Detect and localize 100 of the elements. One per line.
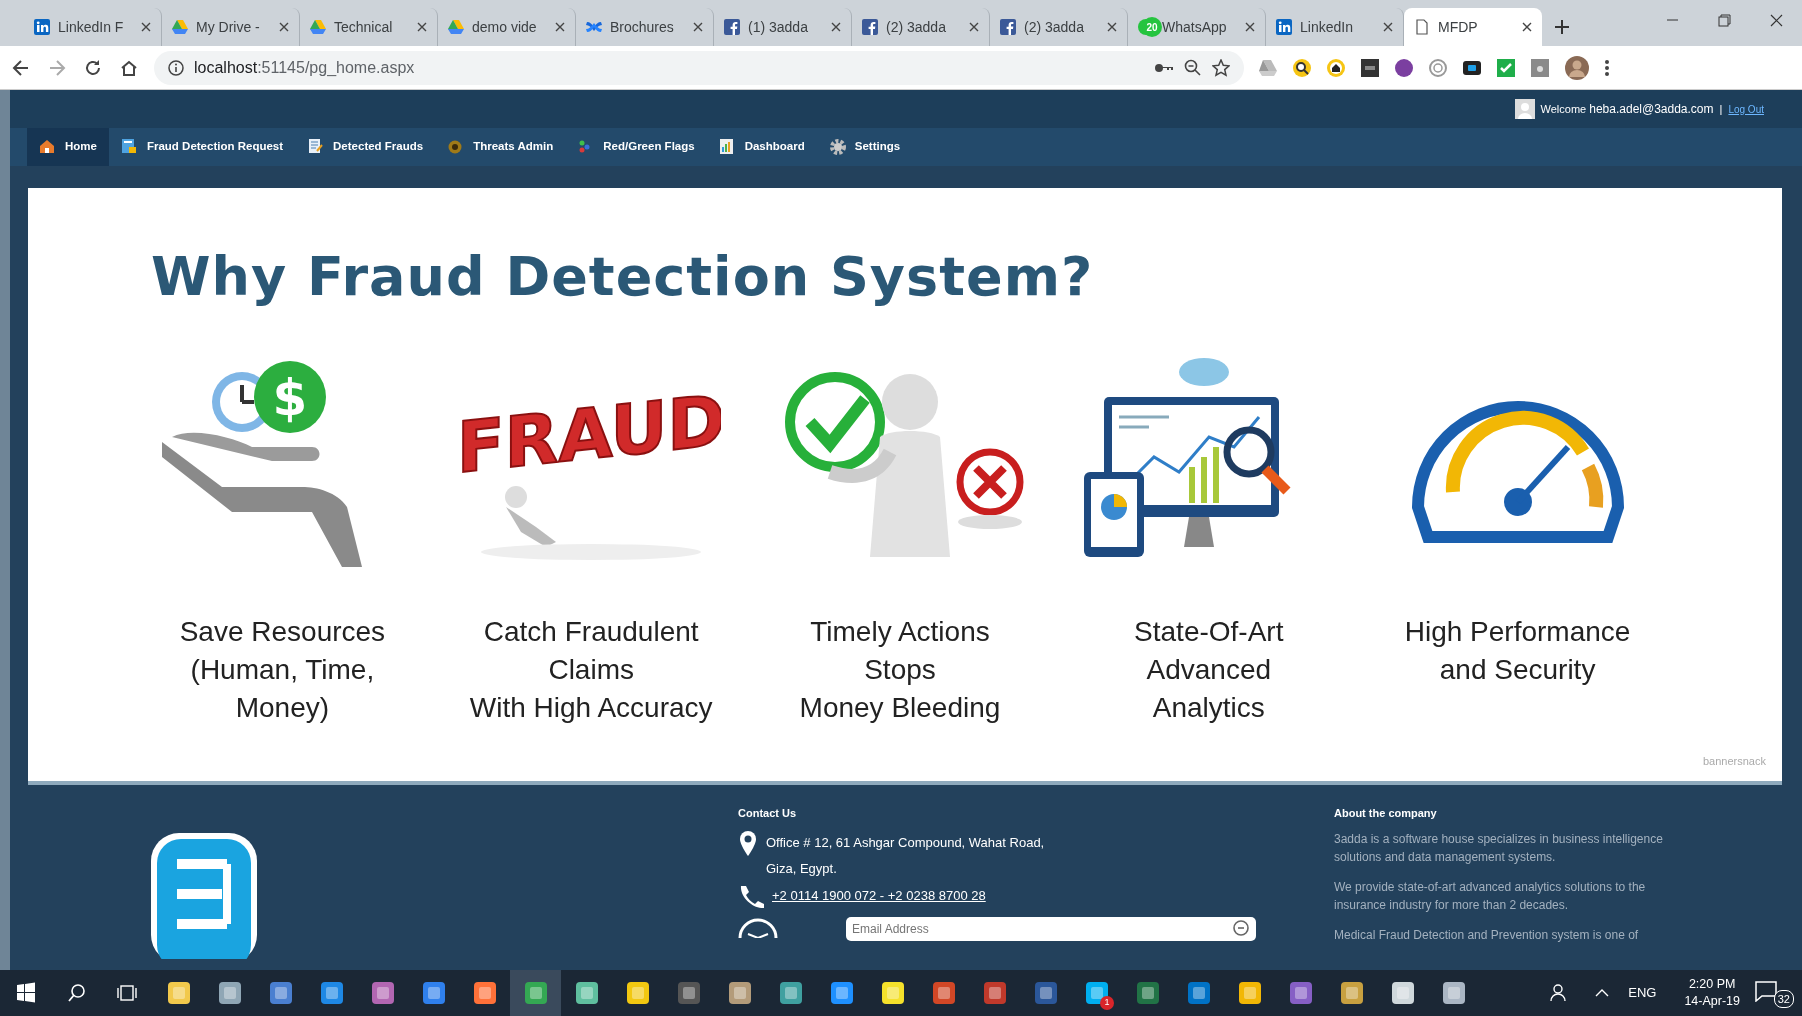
banner-title: Why Fraud Detection System?: [151, 244, 1095, 310]
house-icon: [39, 138, 57, 156]
logout-link[interactable]: Log Out: [1728, 101, 1764, 117]
phone-link[interactable]: +2 0114 1900 072 - +2 0238 8700 28: [772, 885, 986, 906]
app-icon: [573, 980, 600, 1006]
triangle-icon: [172, 19, 188, 35]
address-field[interactable]: localhost:51145/pg_home.aspx: [154, 50, 1244, 85]
facebook-icon: [862, 19, 878, 35]
clock-text[interactable]: 2:20 PM 14-Apr-19: [1684, 976, 1740, 1010]
app-icon: [828, 980, 855, 1006]
round-extension-icon[interactable]: [1394, 57, 1414, 78]
feature-caption: High Performance and Security: [1404, 615, 1631, 687]
user-silhouette-icon: [1514, 99, 1535, 119]
send-icon[interactable]: [1232, 918, 1250, 937]
checkmark-icon[interactable]: [1496, 57, 1516, 78]
app-icon: [1287, 980, 1314, 1006]
close-icon[interactable]: [1522, 22, 1532, 32]
close-icon[interactable]: [279, 22, 289, 32]
menu-item[interactable]: Red/Green Flags: [565, 128, 707, 166]
app-icon: [165, 980, 192, 1006]
browser-tab[interactable]: MFDP: [1404, 8, 1542, 46]
app-icon: [777, 980, 804, 1006]
feature-caption: Timely Actions Stops Money Bleeding: [799, 615, 1001, 725]
app-icon: [1032, 980, 1059, 1006]
close-icon[interactable]: [417, 22, 427, 32]
avatar-icon[interactable]: [1564, 54, 1590, 81]
linkedin-icon: [1276, 19, 1292, 35]
app-icon: [369, 980, 396, 1006]
address-text: Office # 12, 61 Ashgar Compound, Wahat Road, Giza, Egypt.: [766, 833, 1045, 878]
triangle-icon[interactable]: [1258, 57, 1278, 78]
app-icon: [1389, 980, 1416, 1006]
cross-icon: [586, 19, 602, 35]
app-icon: [981, 980, 1008, 1006]
welcome-text: Welcome heba.adel@3adda.com: [1540, 101, 1714, 118]
feature-caption: Save Resources (Human, Time, Money): [179, 615, 386, 725]
menu-item[interactable]: Home: [27, 128, 109, 166]
zoom-out-icon[interactable]: [1184, 58, 1202, 77]
close-icon[interactable]: [1107, 22, 1117, 32]
app-icon: [1236, 980, 1263, 1006]
language-indicator[interactable]: ENG: [1628, 983, 1657, 1003]
more-icon[interactable]: [1604, 57, 1610, 78]
contact-heading: Contact Us: [738, 806, 798, 821]
app-icon: [1185, 980, 1212, 1006]
app-icon: [318, 980, 345, 1006]
email-field[interactable]: Email Address: [846, 916, 1256, 941]
feature-caption: State-Of-Art Advanced Analytics: [1134, 615, 1284, 725]
envelope-icon: [738, 918, 778, 938]
close-icon[interactable]: [141, 22, 151, 32]
close-icon[interactable]: [1245, 22, 1255, 32]
menu-item[interactable]: Dashboard: [706, 128, 817, 166]
taskbar-app[interactable]: 1: [1071, 970, 1122, 1016]
about-heading: About the company: [1334, 806, 1438, 821]
app-icon: [471, 980, 498, 1006]
about-paragraph: Medical Fraud Detection and Prevention system is one of: [1334, 926, 1640, 944]
about-paragraph: We provide state-of-art advanced analytics solutions to the insurance industry for more than 2 decades.: [1334, 878, 1647, 914]
ring-icon[interactable]: [1428, 57, 1448, 78]
star-icon[interactable]: [1212, 58, 1230, 77]
close-icon[interactable]: [1383, 22, 1393, 32]
page-icon: [1414, 19, 1430, 35]
about-paragraph: 3adda is a software house specializes in business intelligence solutions and data management systems.: [1334, 830, 1664, 866]
triangle-icon: [310, 19, 326, 35]
menu-item[interactable]: Fraud Detection Request: [108, 128, 296, 166]
app-icon: [216, 980, 243, 1006]
app-icon: [267, 980, 294, 1006]
phone-icon: [738, 883, 764, 908]
close-icon[interactable]: [969, 22, 979, 32]
app-icon: [522, 980, 549, 1006]
app-icon: [1338, 980, 1365, 1006]
gear-icon: [828, 138, 847, 156]
url-text: localhost:51145/pg_home.aspx: [194, 57, 415, 78]
puzzle-extension-icon[interactable]: [1530, 57, 1550, 78]
hand-coin-clock-drawing: $: [152, 347, 413, 587]
app-icon: [1134, 980, 1161, 1006]
dark-square-icon[interactable]: [1360, 57, 1380, 78]
credit-text: bannersnack: [1703, 753, 1766, 769]
magnifier-icon[interactable]: [1292, 57, 1312, 78]
fraud-word-drawing: FRAUD: [461, 347, 722, 587]
triangle-icon: [448, 19, 464, 35]
menu-item[interactable]: Detected Frauds: [295, 128, 436, 166]
action-center-icon[interactable]: [1754, 979, 1778, 1002]
app-icon: [1440, 980, 1467, 1006]
info-icon: [168, 59, 184, 76]
notification-count: 32: [1773, 989, 1794, 1008]
app-icon: [675, 980, 702, 1006]
app-icon: [726, 980, 753, 1006]
tab-badge: 20: [1142, 17, 1162, 37]
linkedin-icon: [34, 19, 50, 35]
form-icon: [120, 138, 139, 156]
close-icon[interactable]: [693, 22, 703, 32]
menu-item[interactable]: Settings: [816, 128, 913, 166]
home-icon[interactable]: [1326, 57, 1346, 78]
app-icon: [930, 980, 957, 1006]
separator-text: |: [1719, 101, 1723, 117]
close-icon[interactable]: [831, 22, 841, 32]
facebook-icon: [1000, 19, 1016, 35]
menu-item[interactable]: Threats Admin: [435, 128, 566, 166]
app-icon: [420, 980, 447, 1006]
location-pin-icon: [738, 829, 758, 858]
close-icon[interactable]: [555, 22, 565, 32]
notepad-icon: [307, 138, 326, 156]
